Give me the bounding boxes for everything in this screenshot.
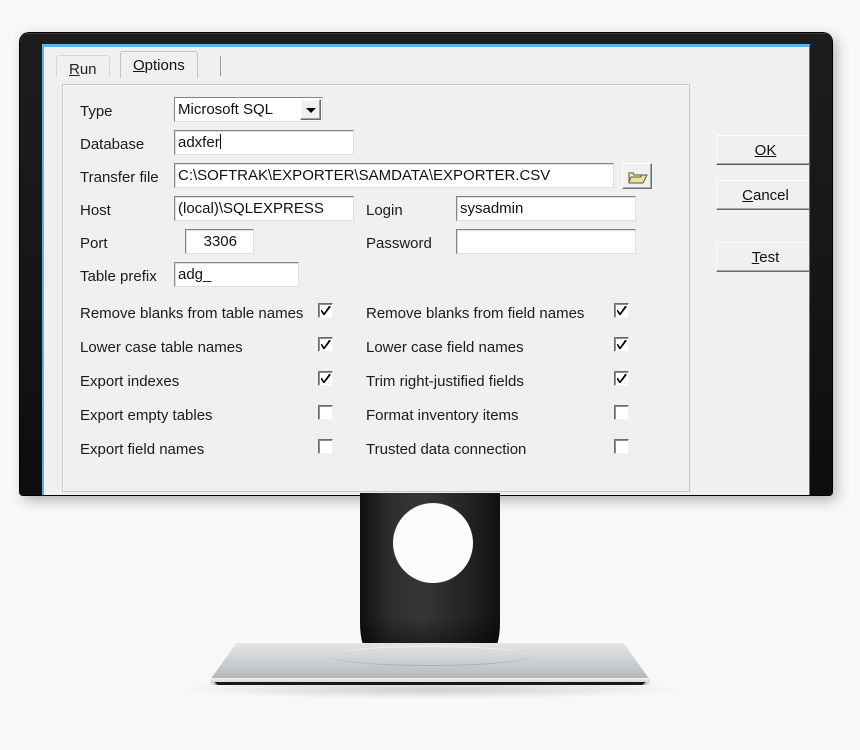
database-input-value: adxfer <box>178 134 220 151</box>
checkbox-label-trim-right-justified: Trim right-justified fields <box>366 373 524 390</box>
open-folder-glyph <box>628 172 648 184</box>
type-combobox-value: Microsoft SQL <box>178 101 274 118</box>
floor-shadow <box>180 683 680 699</box>
checkmark-icon <box>617 340 627 349</box>
checkbox-lower-case-table-names[interactable] <box>318 337 333 352</box>
checkbox-export-field-names[interactable] <box>318 439 333 454</box>
label-transfer-file: Transfer file <box>80 169 159 186</box>
label-database: Database <box>80 136 145 153</box>
cancel-button-accel: C <box>742 186 753 204</box>
checkbox-export-indexes[interactable] <box>318 371 333 386</box>
tab-run-accel: R <box>69 61 80 78</box>
checkbox-label-export-field-names: Export field names <box>80 441 205 458</box>
chevron-down-icon[interactable] <box>300 99 321 120</box>
checkbox-remove-blanks-table-names[interactable] <box>318 303 333 318</box>
ok-button[interactable]: OK <box>716 135 809 165</box>
cancel-button[interactable]: Cancel <box>716 180 809 210</box>
options-panel: Type Microsoft SQL Database adxfer Trans… <box>62 84 690 492</box>
tab-run[interactable]: Run <box>56 55 110 78</box>
label-host: Host <box>80 202 111 219</box>
test-button[interactable]: Test <box>716 242 809 272</box>
checkbox-lower-case-field-names[interactable] <box>614 337 629 352</box>
label-table-prefix: Table prefix <box>80 268 157 285</box>
port-input[interactable]: 3306 <box>185 229 254 254</box>
tab-options-label-rest: ptions <box>144 57 185 74</box>
checkbox-label-remove-blanks-field-names: Remove blanks from field names <box>366 305 585 322</box>
checkbox-export-empty-tables[interactable] <box>318 405 333 420</box>
password-input[interactable] <box>456 229 636 254</box>
login-input[interactable]: sysadmin <box>456 196 636 221</box>
label-login: Login <box>366 202 403 219</box>
monitor-bezel: Run Options Type Microsoft SQL Database … <box>20 33 832 495</box>
checkbox-trim-right-justified[interactable] <box>614 371 629 386</box>
transfer-file-input[interactable]: C:\SOFTRAK\EXPORTER\SAMDATA\EXPORTER.CSV <box>174 163 614 188</box>
bezel-highlight <box>20 33 832 34</box>
tab-separator <box>220 56 221 76</box>
type-combobox[interactable]: Microsoft SQL <box>174 97 323 122</box>
text-caret <box>219 134 221 149</box>
checkmark-icon <box>617 374 627 383</box>
checkbox-label-trusted-data-connection: Trusted data connection <box>366 441 527 458</box>
checkbox-format-inventory-items[interactable] <box>614 405 629 420</box>
test-button-label: Test <box>751 248 780 266</box>
ok-button-label: OK <box>754 141 777 159</box>
tab-options[interactable]: Options <box>120 51 198 78</box>
monitor-neck <box>360 493 500 653</box>
open-folder-icon[interactable] <box>622 163 652 189</box>
tab-strip: Run Options <box>44 47 809 78</box>
screenshot-stage: Run Options Type Microsoft SQL Database … <box>0 0 860 750</box>
database-input[interactable]: adxfer <box>174 130 354 155</box>
checkmark-icon <box>617 306 627 315</box>
checkmark-icon <box>321 306 331 315</box>
tab-options-accel: O <box>133 57 145 74</box>
checkbox-trusted-data-connection[interactable] <box>614 439 629 454</box>
checkbox-label-lower-case-field-names: Lower case field names <box>366 339 524 356</box>
checkbox-label-remove-blanks-table-names: Remove blanks from table names <box>80 305 304 322</box>
checkmark-icon <box>321 340 331 349</box>
table-prefix-input[interactable]: adg_ <box>174 262 299 287</box>
checkbox-label-export-empty-tables: Export empty tables <box>80 407 213 424</box>
monitor-base <box>210 643 650 685</box>
checkbox-remove-blanks-field-names[interactable] <box>614 303 629 318</box>
label-password: Password <box>366 235 432 252</box>
checkbox-label-export-indexes: Export indexes <box>80 373 180 390</box>
monitor-neck-cutout <box>393 503 473 583</box>
monitor-base-ring <box>330 646 530 666</box>
checkbox-label-format-inventory-items: Format inventory items <box>366 407 519 424</box>
checkmark-icon <box>321 374 331 383</box>
test-button-accel: T <box>751 248 760 266</box>
checkbox-label-lower-case-table-names: Lower case table names <box>80 339 243 356</box>
cancel-button-label: Cancel <box>742 186 789 204</box>
label-type: Type <box>80 103 113 120</box>
tab-run-label-rest: un <box>79 61 97 78</box>
label-port: Port <box>80 235 108 252</box>
monitor-screen: Run Options Type Microsoft SQL Database … <box>42 44 810 495</box>
host-input[interactable]: (local)\SQLEXPRESS <box>174 196 354 221</box>
chevron-down-glyph <box>305 107 316 113</box>
